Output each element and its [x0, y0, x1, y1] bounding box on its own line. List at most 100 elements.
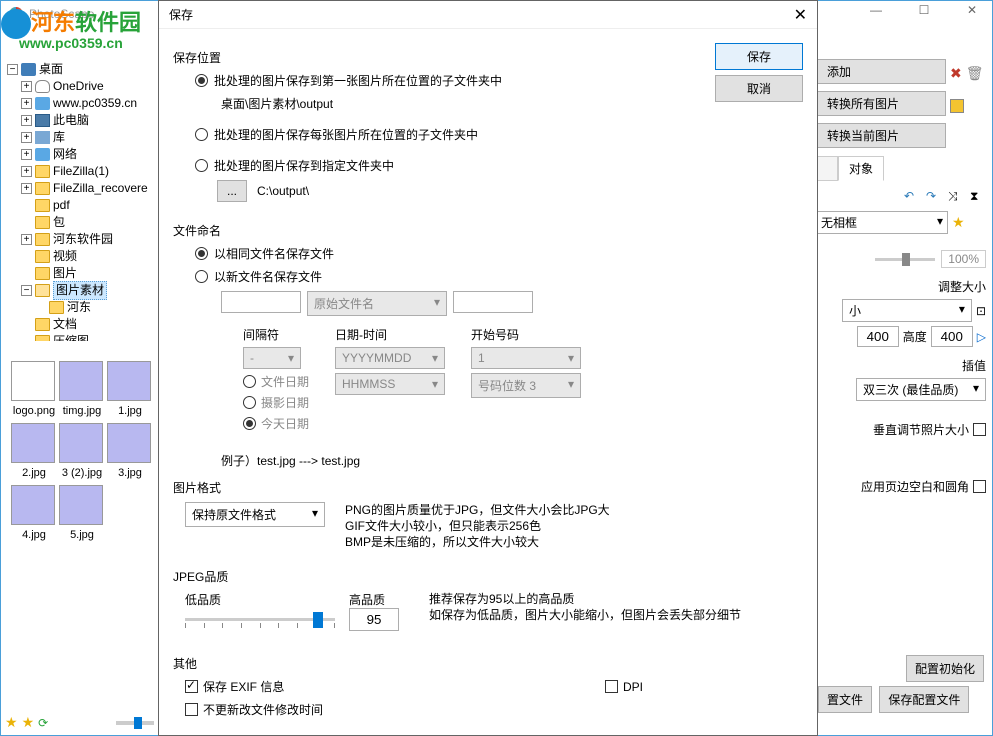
browse-button[interactable]: ... — [217, 180, 247, 202]
config-init-button[interactable]: 配置初始化 — [906, 655, 984, 682]
interp-select[interactable]: 双三次 (最佳品质)▾ — [856, 378, 986, 401]
tabs: 对象 — [816, 156, 986, 181]
expand-icon[interactable]: + — [21, 149, 32, 160]
tab-object[interactable]: 对象 — [838, 156, 884, 181]
undo-icon[interactable]: ↶ — [904, 189, 920, 205]
hourglass-icon[interactable]: ⧗ — [970, 189, 986, 205]
format-desc: PNG的图片质量优于JPG，但文件大小会比JPG大 GIF文件大小较小，但只能表… — [345, 502, 610, 550]
save-button[interactable]: 保存 — [715, 43, 803, 70]
thumbnail[interactable]: 5.jpg — [59, 485, 103, 525]
prefix-input[interactable] — [221, 291, 301, 313]
folder-icon — [35, 318, 50, 331]
dpi-checkbox[interactable] — [605, 680, 618, 693]
start-number-select: 1▾ — [471, 347, 581, 369]
size-preset-select[interactable]: 小▾ — [842, 299, 972, 322]
tree-item[interactable]: 压缩图 — [53, 333, 89, 341]
config-file-button[interactable]: 置文件 — [818, 686, 872, 713]
tree-item[interactable]: FileZilla_recovere — [53, 180, 148, 197]
folder-tree[interactable]: − 桌面 + OneDrive + www.pc0359.cn + 此电脑 + 库 + 网络… — [7, 61, 157, 341]
save-loc-radio-2[interactable] — [195, 128, 208, 141]
height-input[interactable] — [931, 326, 973, 347]
width-input[interactable] — [857, 326, 899, 347]
vertical-adjust-checkbox[interactable] — [973, 423, 986, 436]
redo-icon[interactable]: ↷ — [926, 189, 942, 205]
interp-heading: 插值 — [816, 357, 986, 374]
network-icon — [35, 148, 50, 161]
datetime-heading: 日期-时间 — [335, 326, 445, 343]
tab-1[interactable] — [816, 156, 838, 181]
add-button[interactable]: 添加 — [816, 59, 946, 84]
thumbnail[interactable]: 4.jpg — [11, 485, 55, 525]
tree-root[interactable]: 桌面 — [39, 61, 63, 78]
tree-item[interactable]: 河东 — [67, 299, 91, 316]
thumbnail[interactable]: 3.jpg — [107, 423, 151, 463]
convert-all-button[interactable]: 转换所有图片 — [816, 91, 946, 116]
thumbnail[interactable]: logo.png — [11, 361, 55, 401]
thumb-size-slider[interactable] — [116, 721, 154, 725]
save-config-button[interactable]: 保存配置文件 — [879, 686, 969, 713]
quality-desc: 推荐保存为95以上的高品质 如保存为低品质，图片大小能缩小，但图片会丢失部分细节 — [429, 591, 741, 623]
tree-item[interactable]: 库 — [53, 129, 65, 146]
no-modtime-checkbox[interactable] — [185, 703, 198, 716]
dialog-close-button[interactable]: ✕ — [767, 5, 807, 25]
exif-checkbox[interactable] — [185, 680, 198, 693]
maximize-button[interactable]: ☐ — [910, 3, 938, 23]
save-loc-radio-1[interactable] — [195, 74, 208, 87]
expand-icon[interactable]: − — [21, 285, 32, 296]
expand-icon[interactable]: − — [7, 64, 18, 75]
thumb-label: 2.jpg — [12, 467, 56, 479]
margin-checkbox[interactable] — [973, 480, 986, 493]
expand-icon[interactable]: + — [21, 166, 32, 177]
tree-item[interactable]: pdf — [53, 197, 70, 214]
expand-icon[interactable]: + — [21, 81, 32, 92]
desktop-icon — [21, 63, 36, 76]
tree-item[interactable]: FileZilla(1) — [53, 163, 109, 180]
tree-item[interactable]: 河东软件园 — [53, 231, 113, 248]
play-icon[interactable]: ▷ — [977, 330, 986, 344]
trash-icon[interactable]: 🗑 — [966, 65, 984, 82]
list-icon[interactable] — [950, 99, 964, 113]
tree-item[interactable]: www.pc0359.cn — [53, 95, 137, 112]
expand-icon[interactable]: + — [21, 132, 32, 143]
tree-item-selected[interactable]: 图片素材 — [53, 281, 107, 300]
minimize-button[interactable]: — — [862, 3, 890, 23]
name-radio-new[interactable] — [195, 270, 208, 283]
quality-slider[interactable] — [185, 618, 335, 628]
thumbnail[interactable]: 2.jpg — [11, 423, 55, 463]
cancel-button[interactable]: 取消 — [715, 75, 803, 102]
suffix-input[interactable] — [453, 291, 533, 313]
quality-input[interactable] — [349, 608, 399, 631]
convert-current-button[interactable]: 转换当前图片 — [816, 123, 946, 148]
thumbnail[interactable]: timg.jpg — [59, 361, 103, 401]
tree-item[interactable]: 图片 — [53, 265, 77, 282]
thumbnail[interactable]: 3 (2).jpg — [59, 423, 103, 463]
tree-item[interactable]: OneDrive — [53, 78, 104, 95]
digit-count-select: 号码位数 3▾ — [471, 373, 581, 398]
zoom-slider[interactable] — [875, 258, 935, 261]
name-radio-same[interactable] — [195, 247, 208, 260]
lock-icon[interactable]: ⊡ — [976, 304, 986, 318]
tree-item[interactable]: 包 — [53, 214, 65, 231]
expand-icon[interactable]: + — [21, 234, 32, 245]
expand-icon[interactable]: + — [21, 98, 32, 109]
close-button[interactable]: ✕ — [958, 3, 986, 23]
tree-item[interactable]: 网络 — [53, 146, 77, 163]
thumbnail[interactable]: 1.jpg — [107, 361, 151, 401]
tree-item[interactable]: 文档 — [53, 316, 77, 333]
save-loc-radio-3[interactable] — [195, 159, 208, 172]
format-heading: 图片格式 — [173, 479, 803, 496]
random-icon[interactable]: ⤨ — [948, 189, 964, 205]
tree-item[interactable]: 视频 — [53, 248, 77, 265]
star-icon[interactable]: ★ — [5, 714, 18, 731]
format-select[interactable]: 保持原文件格式▾ — [185, 502, 325, 527]
tree-item[interactable]: 此电脑 — [53, 112, 89, 129]
folder-icon — [35, 267, 50, 280]
delete-icon[interactable]: ✖ — [950, 65, 962, 82]
star-icon[interactable]: ★ — [952, 214, 965, 231]
star-icon[interactable]: ★ — [22, 714, 35, 731]
cloud-icon — [35, 80, 50, 93]
expand-icon[interactable]: + — [21, 115, 32, 126]
expand-icon[interactable]: + — [21, 183, 32, 194]
frame-select[interactable]: 无相框▾ — [816, 211, 948, 234]
refresh-icon[interactable]: ⟳ — [38, 716, 48, 730]
